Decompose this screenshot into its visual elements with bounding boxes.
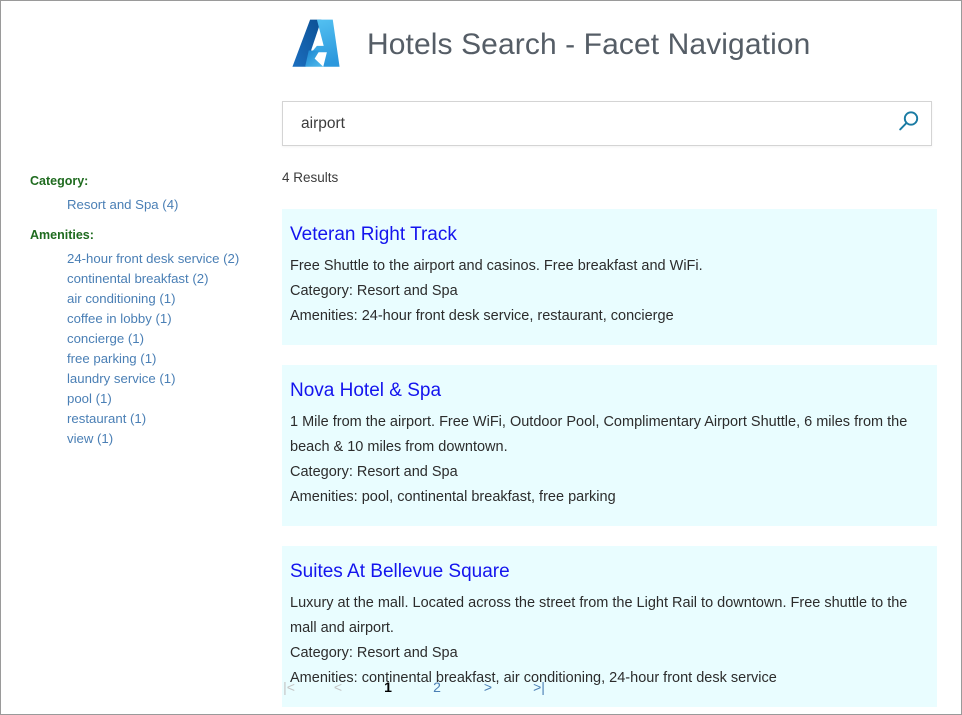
search-button[interactable] xyxy=(885,102,931,145)
search-icon xyxy=(895,109,921,138)
result-description: Free Shuttle to the airport and casinos.… xyxy=(290,254,929,279)
pagination-page-2[interactable]: 2 xyxy=(430,677,444,697)
facet-link-coffee-in-lobby[interactable]: coffee in lobby (1) xyxy=(67,311,172,326)
facet-list-amenities: 24-hour front desk service (2) continent… xyxy=(30,249,270,449)
result-category: Category: Resort and Spa xyxy=(290,460,929,485)
pagination: |< < 1 2 > >| xyxy=(282,677,546,697)
facet-link-laundry-service[interactable]: laundry service (1) xyxy=(67,371,175,386)
azure-logo-icon xyxy=(287,16,345,74)
result-title-link[interactable]: Nova Hotel & Spa xyxy=(290,379,929,403)
facet-link-concierge[interactable]: concierge (1) xyxy=(67,331,144,346)
results-count: 4 Results xyxy=(282,169,937,187)
list-item: 24-hour front desk service (2) xyxy=(67,249,270,269)
facet-heading-category: Category: xyxy=(30,171,270,191)
facet-list-category: Resort and Spa (4) xyxy=(30,195,270,215)
facet-link-restaurant[interactable]: restaurant (1) xyxy=(67,411,146,426)
list-item: air conditioning (1) xyxy=(67,289,270,309)
list-item: continental breakfast (2) xyxy=(67,269,270,289)
facet-link-air-conditioning[interactable]: air conditioning (1) xyxy=(67,291,176,306)
pagination-first: |< xyxy=(282,677,296,697)
facet-group-category: Category: Resort and Spa (4) xyxy=(30,171,270,215)
pagination-prev: < xyxy=(331,677,345,697)
list-item: view (1) xyxy=(67,429,270,449)
result-category: Category: Resort and Spa xyxy=(290,641,929,666)
facet-navigation-panel: Category: Resort and Spa (4) Amenities: … xyxy=(30,171,270,459)
facet-link-view[interactable]: view (1) xyxy=(67,431,113,446)
result-title-link[interactable]: Suites At Bellevue Square xyxy=(290,560,929,584)
result-card: Veteran Right Track Free Shuttle to the … xyxy=(282,209,937,345)
pagination-next[interactable]: > xyxy=(481,677,495,697)
facet-link-24-hour-front-desk-service[interactable]: 24-hour front desk service (2) xyxy=(67,251,239,266)
result-amenities: Amenities: pool, continental breakfast, … xyxy=(290,485,929,510)
search-results-area: 4 Results Veteran Right Track Free Shutt… xyxy=(282,169,937,715)
result-amenities: Amenities: 24-hour front desk service, r… xyxy=(290,304,929,329)
list-item: Resort and Spa (4) xyxy=(67,195,270,215)
list-item: concierge (1) xyxy=(67,329,270,349)
facet-link-free-parking[interactable]: free parking (1) xyxy=(67,351,156,366)
list-item: coffee in lobby (1) xyxy=(67,309,270,329)
result-category: Category: Resort and Spa xyxy=(290,279,929,304)
pagination-last[interactable]: >| xyxy=(532,677,546,697)
list-item: restaurant (1) xyxy=(67,409,270,429)
app-header: Hotels Search - Facet Navigation xyxy=(287,13,810,77)
facet-heading-amenities: Amenities: xyxy=(30,225,270,245)
facet-link-resort-and-spa[interactable]: Resort and Spa (4) xyxy=(67,197,178,212)
list-item: laundry service (1) xyxy=(67,369,270,389)
facet-link-continental-breakfast[interactable]: continental breakfast (2) xyxy=(67,271,208,286)
search-input[interactable] xyxy=(283,102,885,145)
pagination-page-1[interactable]: 1 xyxy=(381,677,395,697)
page-title: Hotels Search - Facet Navigation xyxy=(367,30,810,60)
result-card: Nova Hotel & Spa 1 Mile from the airport… xyxy=(282,365,937,526)
result-description: Luxury at the mall. Located across the s… xyxy=(290,591,929,641)
hotels-search-page: Hotels Search - Facet Navigation Categor… xyxy=(0,0,962,715)
list-item: pool (1) xyxy=(67,389,270,409)
result-description: 1 Mile from the airport. Free WiFi, Outd… xyxy=(290,410,929,460)
list-item: free parking (1) xyxy=(67,349,270,369)
facet-group-amenities: Amenities: 24-hour front desk service (2… xyxy=(30,225,270,449)
facet-link-pool[interactable]: pool (1) xyxy=(67,391,112,406)
search-bar[interactable] xyxy=(282,101,932,146)
result-title-link[interactable]: Veteran Right Track xyxy=(290,223,929,247)
